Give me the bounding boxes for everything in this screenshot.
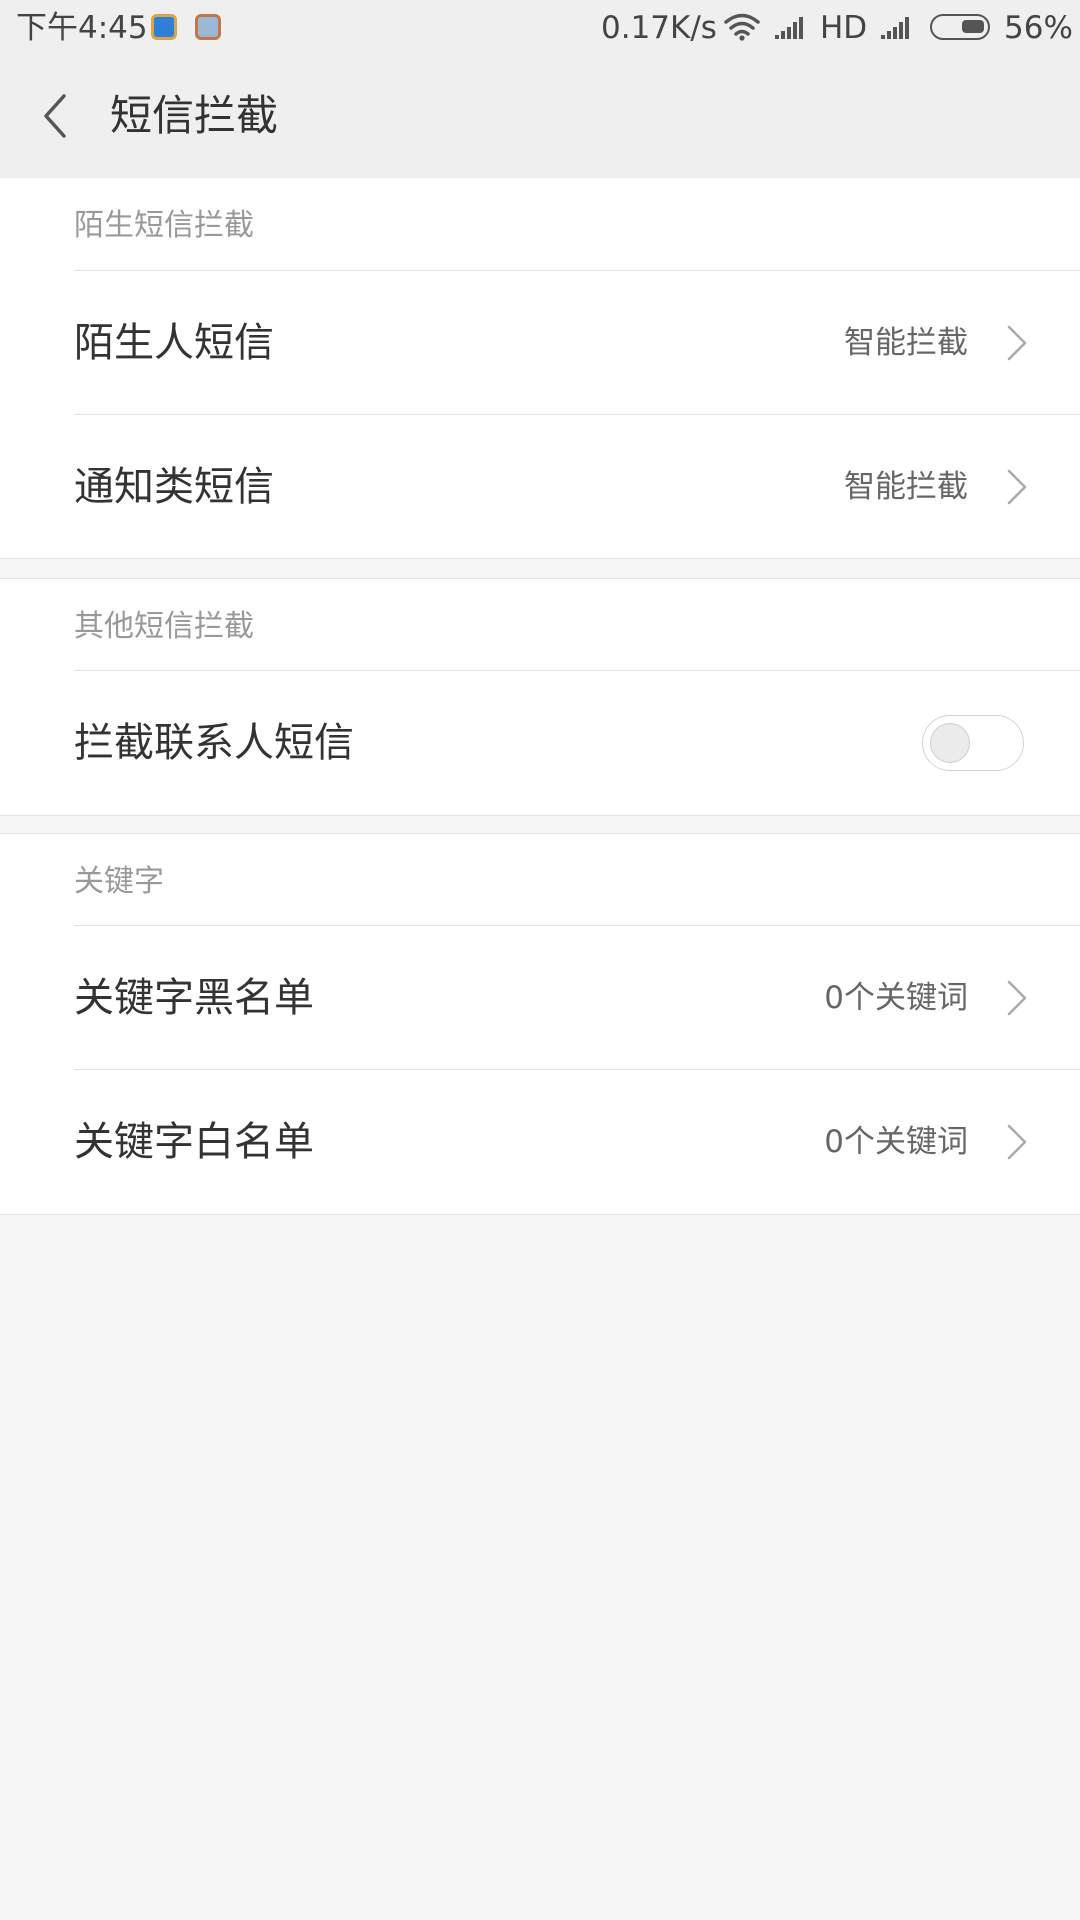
gallery-notification-icon [195,14,221,40]
item-value: 0个关键词 [824,1124,968,1160]
status-bar: 下午4:45 0.17K/s HD 56% [0,0,1080,56]
list-item-block-contacts[interactable]: 拦截联系人短信 [74,671,1080,815]
item-value: 智能拦截 [844,469,968,505]
section-title: 关键字 [74,864,164,899]
signal-icon [775,17,803,39]
battery-icon [930,14,990,40]
item-value: 智能拦截 [844,325,968,361]
app-notification-icon [151,14,177,40]
back-button[interactable] [36,86,80,146]
section-title: 陌生短信拦截 [74,208,254,243]
chevron-right-icon [1007,469,1027,505]
chevron-right-icon [1007,1124,1027,1160]
list-item-notification-sms[interactable]: 通知类短信 智能拦截 [74,415,1080,559]
status-time: 下午4:45 [16,10,148,46]
network-type-label: HD [820,10,868,46]
block-contacts-toggle[interactable] [922,715,1024,771]
item-label: 陌生人短信 [74,320,274,366]
section-header: 其他短信拦截 [74,579,1080,671]
app-header: 短信拦截 [0,56,1080,179]
item-label: 通知类短信 [74,464,274,510]
other-sms-section: 其他短信拦截 拦截联系人短信 [0,578,1080,816]
item-label: 关键字黑名单 [74,975,314,1021]
signal-icon-2 [881,17,909,39]
item-label: 关键字白名单 [74,1119,314,1165]
stranger-sms-section: 陌生短信拦截 陌生人短信 智能拦截 通知类短信 智能拦截 [0,178,1080,559]
chevron-right-icon [1007,980,1027,1016]
toggle-knob [930,723,970,763]
section-header: 陌生短信拦截 [74,178,1080,271]
battery-percent: 56% [1004,10,1073,46]
wifi-icon [724,13,760,41]
section-title: 其他短信拦截 [74,609,254,644]
network-speed: 0.17K/s [601,10,717,46]
battery-level [962,20,984,33]
list-item-keyword-whitelist[interactable]: 关键字白名单 0个关键词 [74,1070,1080,1214]
section-header: 关键字 [74,834,1080,926]
keyword-section: 关键字 关键字黑名单 0个关键词 关键字白名单 0个关键词 [0,833,1080,1215]
chevron-right-icon [1007,325,1027,361]
item-value: 0个关键词 [824,980,968,1016]
page-title: 短信拦截 [110,91,279,140]
item-label: 拦截联系人短信 [74,720,354,766]
list-item-stranger-sms[interactable]: 陌生人短信 智能拦截 [74,271,1080,415]
list-item-keyword-blacklist[interactable]: 关键字黑名单 0个关键词 [74,926,1080,1070]
